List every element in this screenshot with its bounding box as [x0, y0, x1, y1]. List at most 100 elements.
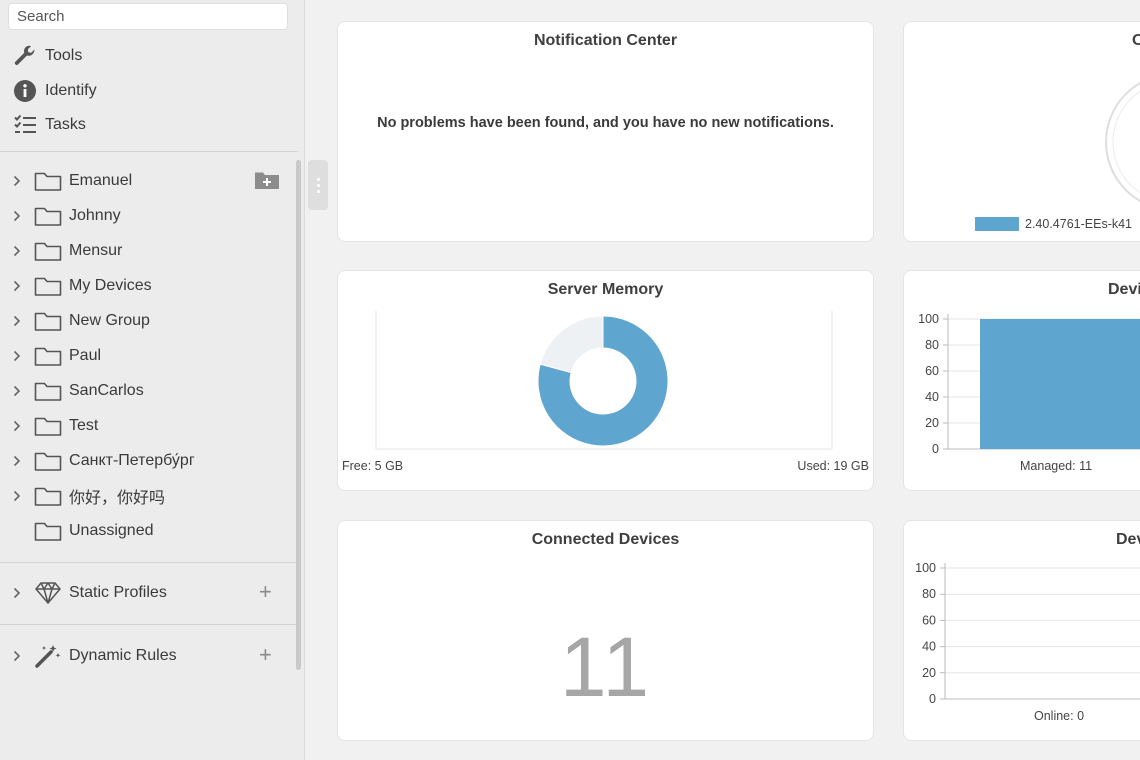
folder-icon [34, 415, 62, 437]
card-title: Notification Center [533, 32, 678, 49]
devices-online-card: Dev 020406080100 Online: 0 [903, 520, 1140, 741]
add-dynamic-rule-button[interactable]: + [259, 644, 272, 666]
y-tick-label: 0 [929, 692, 936, 706]
y-tick-label: 20 [925, 416, 939, 430]
group-row-new-group[interactable]: New Group [0, 303, 296, 338]
group-label: Johnny [69, 206, 121, 224]
legend-label: 2.40.4761-EEs-k41 [1025, 217, 1133, 231]
free-memory-label: Free: 5 GB [342, 459, 404, 473]
group-label: Paul [69, 346, 102, 364]
os-versions-pie [1105, 81, 1140, 203]
diamond-icon [34, 579, 62, 607]
y-tick-label: 100 [918, 312, 939, 326]
devices-managed-chart: 0 20 40 60 80 100 [918, 312, 1140, 456]
chevron-right-icon[interactable] [0, 350, 34, 362]
chevron-right-icon[interactable] [0, 210, 34, 222]
tasks-icon [12, 112, 38, 138]
x-axis-label: Managed: 11 [1020, 459, 1093, 473]
tools-label: Tools [45, 47, 83, 64]
sidebar: Tools Identify Tasks Emanuel Johnny Mens… [0, 0, 305, 760]
group-row-my-devices[interactable]: My Devices [0, 268, 296, 303]
sidebar-resize-handle[interactable] [308, 160, 328, 210]
server-memory-donut [375, 311, 833, 450]
notification-message: No problems have been found, and you hav… [377, 115, 834, 131]
chevron-right-icon[interactable] [0, 385, 34, 397]
folder-icon [34, 170, 62, 192]
divider [0, 562, 298, 563]
folder-icon [34, 310, 62, 332]
y-tick-label: 0 [932, 442, 939, 456]
add-static-profile-button[interactable]: + [259, 581, 272, 603]
group-label: Test [69, 416, 99, 434]
group-row-nihao[interactable]: 你好，你好吗 [0, 478, 296, 513]
y-tick-label: 20 [922, 666, 936, 680]
chevron-right-icon[interactable] [0, 245, 34, 257]
bar-0 [980, 319, 1140, 449]
group-label: Санкт-Петербу́рг [69, 451, 195, 469]
folder-icon [34, 240, 62, 262]
y-tick-label: 100 [915, 561, 936, 575]
folder-icon [34, 450, 62, 472]
chevron-right-icon[interactable] [0, 315, 34, 327]
group-label: 你好，你好吗 [69, 489, 166, 507]
chevron-right-icon[interactable] [0, 175, 34, 187]
group-row-johnny[interactable]: Johnny [0, 198, 296, 233]
os-versions-card: O 2.40.4761-EEs-k41 [903, 21, 1140, 242]
group-label: My Devices [69, 276, 152, 294]
group-row-saint-petersburg[interactable]: Санкт-Петербу́рг [0, 443, 296, 478]
tools-item[interactable]: Tools [12, 41, 82, 71]
group-label: Unassigned [69, 521, 154, 539]
notification-center-card: Notification Center No problems have bee… [337, 21, 874, 242]
folder-icon [34, 485, 62, 507]
donut-slice-free [539, 315, 604, 374]
divider [0, 151, 298, 152]
folder-icon [34, 380, 62, 402]
static-profiles-row[interactable]: Static Profiles + [0, 575, 296, 610]
group-label: SanCarlos [69, 381, 144, 399]
identify-item[interactable]: Identify [12, 76, 97, 106]
group-label: New Group [69, 311, 150, 329]
group-row-test[interactable]: Test [0, 408, 296, 443]
sidebar-scrollbar[interactable] [296, 160, 301, 670]
chevron-right-icon[interactable] [0, 587, 34, 599]
group-row-emanuel[interactable]: Emanuel [0, 163, 296, 198]
wrench-icon [12, 43, 38, 69]
group-row-mensur[interactable]: Mensur [0, 233, 296, 268]
folder-icon [34, 275, 62, 297]
tasks-label: Tasks [45, 116, 86, 133]
card-title: Connected Devices [531, 531, 680, 548]
legend-swatch [975, 217, 1019, 231]
folder-icon [34, 205, 62, 227]
group-row-sancarlos[interactable]: SanCarlos [0, 373, 296, 408]
server-memory-card: Server Memory Free: 5 GB Used: 19 GB [337, 270, 874, 491]
tasks-item[interactable]: Tasks [12, 110, 86, 140]
group-row-paul[interactable]: Paul [0, 338, 296, 373]
chevron-right-icon[interactable] [0, 455, 34, 467]
divider [0, 624, 298, 625]
chevron-right-icon[interactable] [0, 650, 34, 662]
y-tick-label: 60 [922, 613, 936, 627]
search-input[interactable] [8, 3, 288, 30]
folder-icon [34, 520, 62, 542]
y-tick-label: 80 [922, 587, 936, 601]
connected-devices-card: Connected Devices 11 [337, 520, 874, 741]
group-label: Mensur [69, 241, 123, 259]
chevron-right-icon[interactable] [0, 280, 34, 292]
magic-wand-icon [34, 642, 62, 670]
x-axis-label: Online: 0 [1034, 709, 1085, 723]
folder-icon [34, 345, 62, 367]
y-tick-label: 40 [922, 640, 936, 654]
chevron-right-icon[interactable] [0, 490, 34, 502]
identify-label: Identify [45, 82, 97, 99]
y-tick-label: 60 [925, 364, 939, 378]
group-row-unassigned[interactable]: Unassigned [0, 513, 296, 548]
devices-managed-card: Devi 0 20 40 60 80 100 Managed: 11 [903, 270, 1140, 491]
chevron-right-icon[interactable] [0, 420, 34, 432]
y-tick-label: 80 [925, 338, 939, 352]
dynamic-rules-row[interactable]: Dynamic Rules + [0, 638, 296, 673]
info-icon [12, 78, 38, 104]
devices-online-chart: 0 20 40 60 80 100 [915, 561, 1140, 706]
y-tick-label: 40 [925, 390, 939, 404]
used-memory-label: Used: 19 GB [797, 459, 869, 473]
add-folder-icon[interactable] [254, 170, 280, 190]
